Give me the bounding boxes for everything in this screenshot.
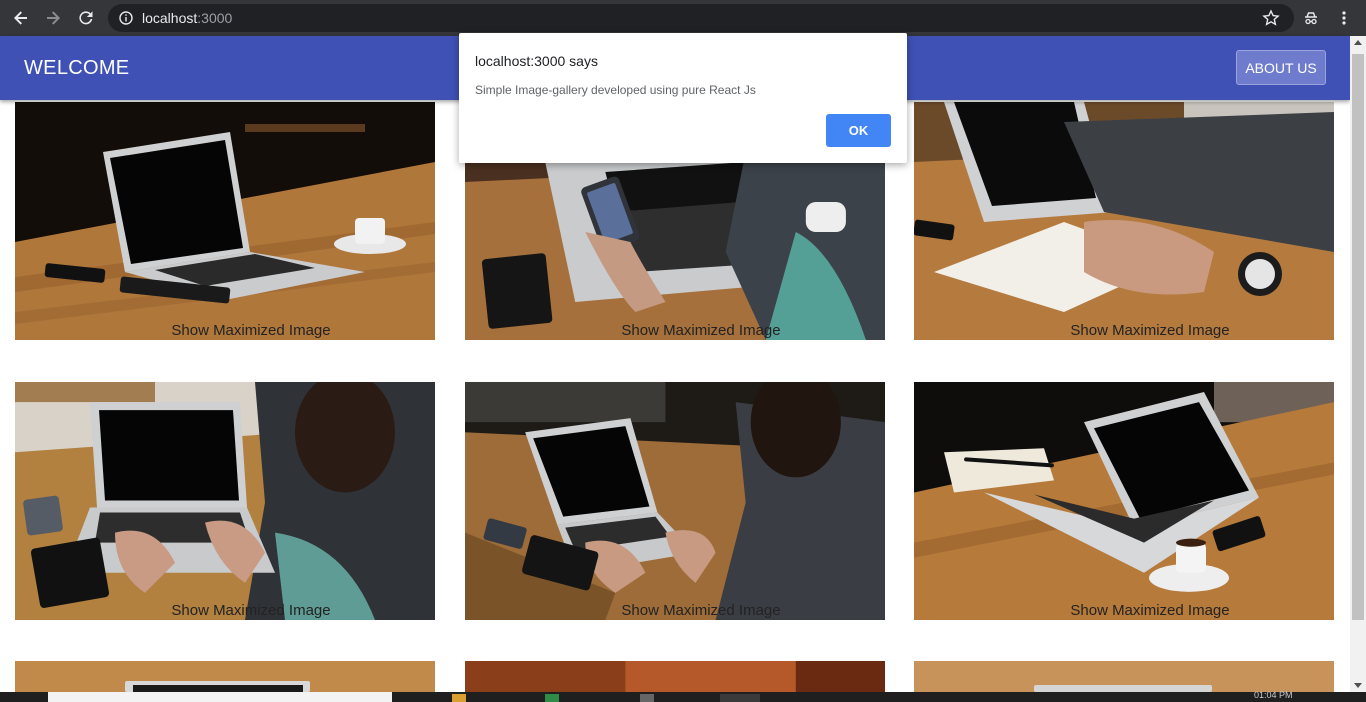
url-host: localhost <box>142 10 198 26</box>
clock-time: 01:04 PM <box>1254 690 1293 700</box>
gallery-tile[interactable]: Show Maximized Image <box>914 102 1334 340</box>
gallery-tile[interactable]: Show Maximized Image <box>465 382 885 620</box>
gallery-tile[interactable] <box>15 661 435 692</box>
app-icon[interactable] <box>545 694 559 702</box>
back-arrow-icon[interactable] <box>9 6 33 30</box>
folder-icon[interactable] <box>452 694 466 702</box>
laptop-top-photo <box>15 661 435 692</box>
notebook-photo <box>914 102 1334 340</box>
show-maximized-image-link[interactable]: Show Maximized Image <box>15 602 435 620</box>
tabletop-photo <box>914 661 1334 692</box>
app-title: WELCOME <box>24 57 130 79</box>
gallery-tile[interactable] <box>465 661 885 692</box>
alert-dialog: localhost:3000 says Simple Image-gallery… <box>459 33 907 163</box>
active-app-icon[interactable] <box>720 694 760 702</box>
url-port: :3000 <box>197 10 233 26</box>
address-bar[interactable] <box>108 4 1294 32</box>
page-scrollbar[interactable] <box>1350 36 1366 692</box>
about-us-button[interactable]: ABOUT US <box>1236 50 1326 85</box>
incognito-icon[interactable] <box>1299 6 1323 30</box>
show-maximized-image-link[interactable]: Show Maximized Image <box>914 322 1334 340</box>
taskbar-search[interactable] <box>48 692 392 702</box>
coffee-laptop-photo <box>914 382 1334 620</box>
gallery-tile[interactable]: Show Maximized Image <box>15 102 435 340</box>
show-maximized-image-link[interactable]: Show Maximized Image <box>465 602 885 620</box>
show-maximized-image-link[interactable]: Show Maximized Image <box>914 602 1334 620</box>
forward-arrow-icon[interactable] <box>41 6 65 30</box>
browser-toolbar: localhost:3000 <box>0 0 1366 36</box>
desk-typing-photo <box>465 382 885 620</box>
star-icon[interactable] <box>1259 6 1283 30</box>
laptop-photo <box>15 102 435 340</box>
dialog-message: Simple Image-gallery developed using pur… <box>475 83 756 97</box>
scroll-down-arrow-icon[interactable] <box>1354 683 1362 688</box>
gallery-tile[interactable]: Show Maximized Image <box>15 382 435 620</box>
url-text: localhost:3000 <box>142 9 232 27</box>
gallery-tile[interactable] <box>914 661 1334 692</box>
kebab-menu-icon[interactable] <box>1332 6 1356 30</box>
show-maximized-image-link[interactable]: Show Maximized Image <box>465 322 885 340</box>
reload-icon[interactable] <box>74 6 98 30</box>
show-maximized-image-link[interactable]: Show Maximized Image <box>15 322 435 340</box>
app-icon[interactable] <box>640 694 654 702</box>
typing-photo <box>15 382 435 620</box>
gallery-tile[interactable]: Show Maximized Image <box>914 382 1334 620</box>
scroll-up-arrow-icon[interactable] <box>1354 40 1362 45</box>
ok-button[interactable]: OK <box>826 114 891 147</box>
dialog-title: localhost:3000 says <box>475 53 598 69</box>
blurred-photo <box>465 661 885 692</box>
scroll-thumb[interactable] <box>1352 54 1364 620</box>
os-taskbar: 01:04 PM <box>0 690 1366 702</box>
info-icon[interactable] <box>114 6 138 30</box>
